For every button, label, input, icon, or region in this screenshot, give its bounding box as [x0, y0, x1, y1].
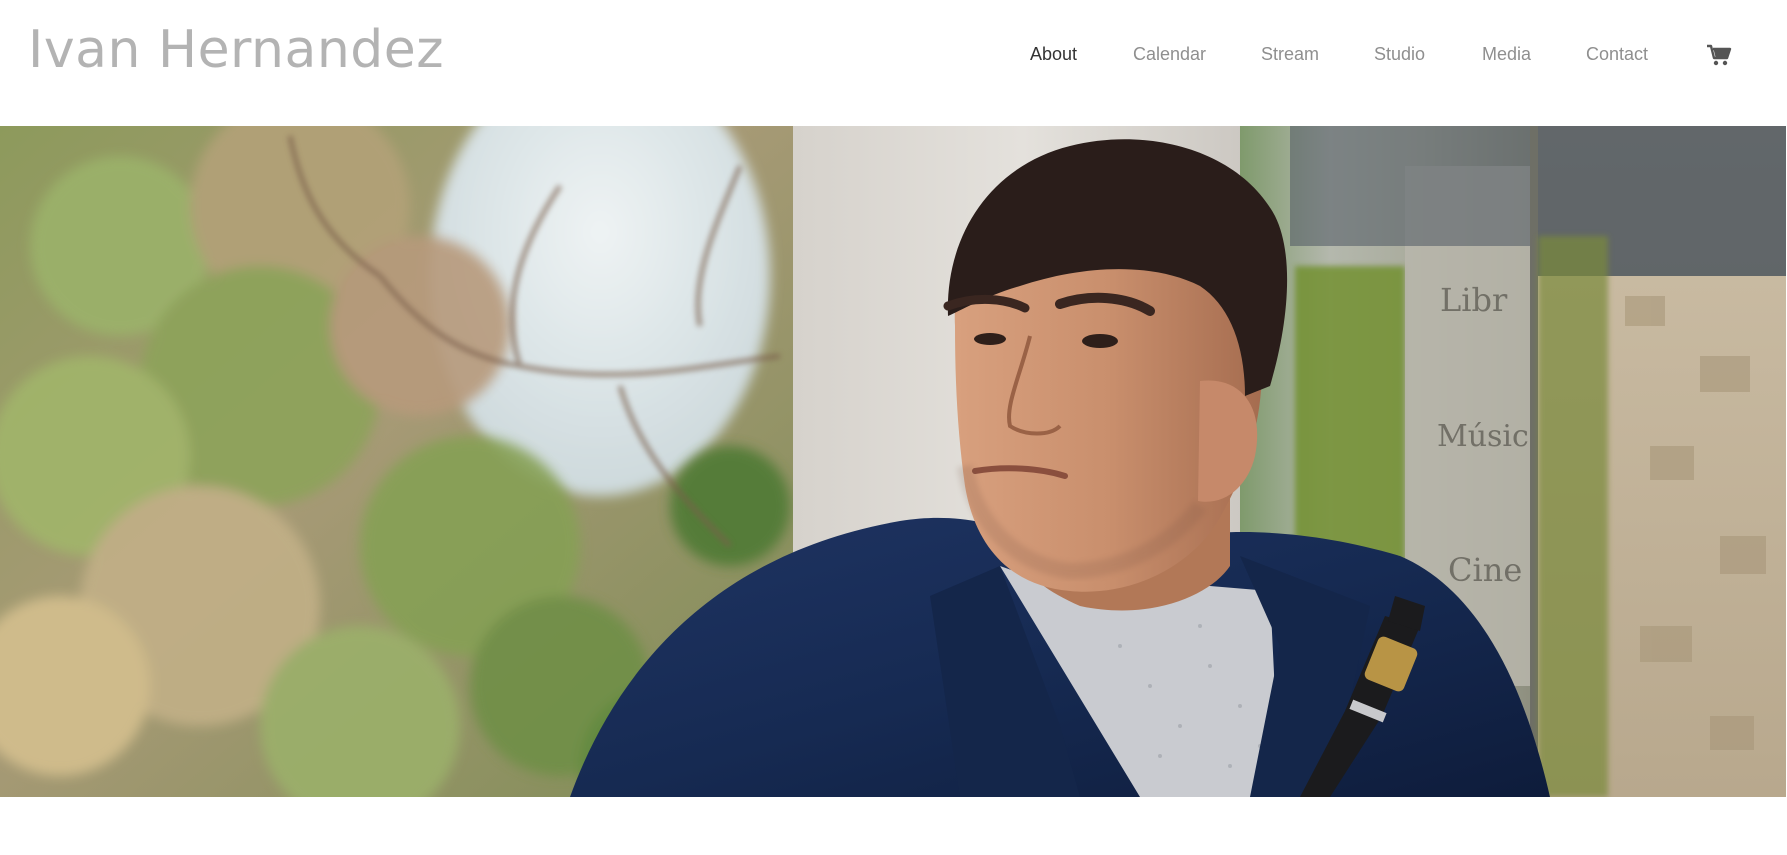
nav-item-studio[interactable]: Studio	[1374, 44, 1425, 65]
sign-text-cine: Cine	[1448, 551, 1522, 589]
site-header: Ivan Hernandez About Calendar Stream Stu…	[0, 0, 1787, 126]
hero-image: Libr Música Cine	[0, 126, 1786, 797]
sign-text-libr: Libr	[1440, 281, 1508, 319]
nav-item-stream[interactable]: Stream	[1261, 44, 1319, 65]
nav-item-calendar[interactable]: Calendar	[1133, 44, 1206, 65]
nav-item-about[interactable]: About	[1030, 44, 1077, 65]
nav-item-contact[interactable]: Contact	[1586, 44, 1648, 65]
nav-item-media[interactable]: Media	[1482, 44, 1531, 65]
site-title[interactable]: Ivan Hernandez	[28, 20, 444, 80]
shopping-cart-icon[interactable]	[1706, 43, 1732, 67]
